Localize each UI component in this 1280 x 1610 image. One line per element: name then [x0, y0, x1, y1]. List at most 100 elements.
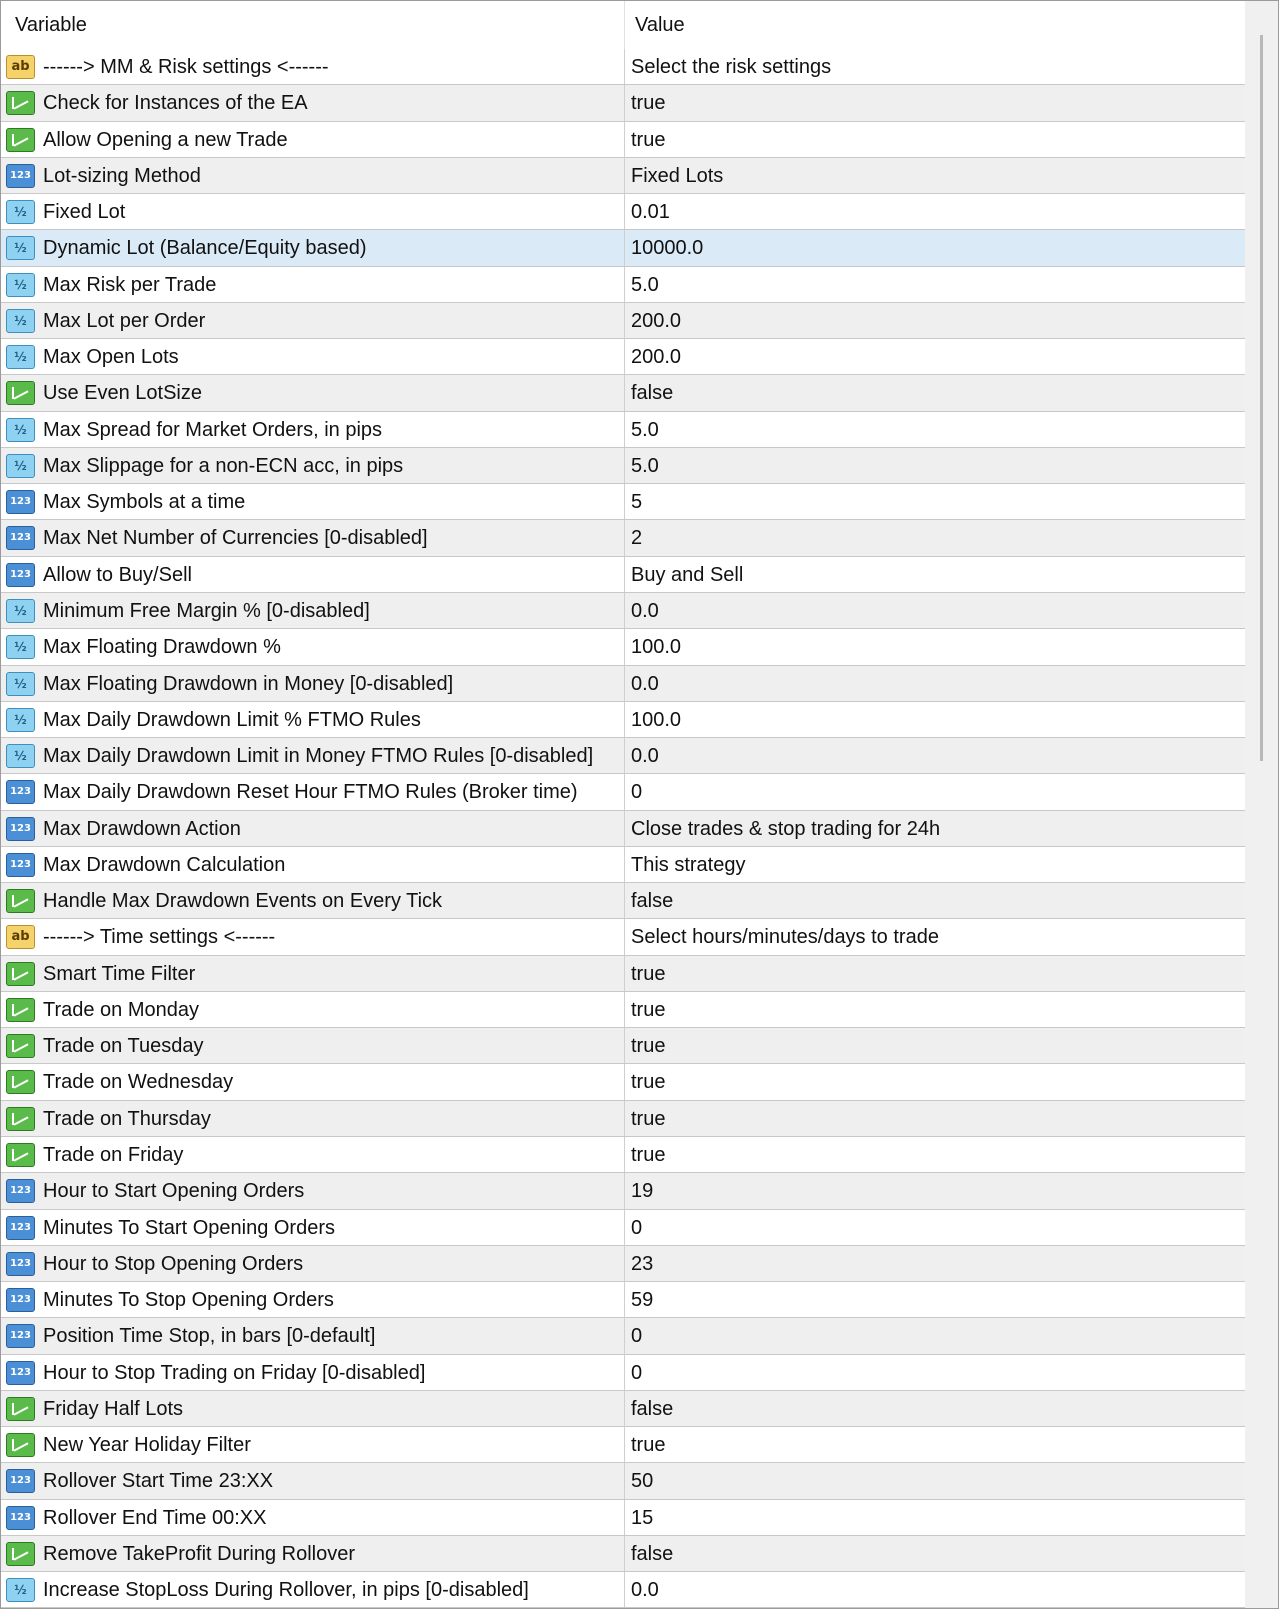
parameter-value[interactable]: 0 [631, 1318, 642, 1354]
parameter-value[interactable]: 0.0 [631, 1572, 659, 1608]
parameter-value[interactable]: Fixed Lots [631, 158, 723, 194]
table-row[interactable]: Check for Instances of the EA true [1, 85, 1245, 122]
cell-divider [624, 1209, 625, 1245]
parameter-name: Max Lot per Order [43, 309, 206, 332]
cell-divider [624, 1572, 625, 1608]
table-row[interactable]: ½ Increase StopLoss During Rollover, in p… [1, 1572, 1245, 1608]
parameter-value[interactable]: false [631, 883, 673, 919]
parameter-value[interactable]: This strategy [631, 847, 745, 883]
parameter-value[interactable]: Buy and Sell [631, 557, 743, 593]
double-type-icon: ½ [6, 744, 35, 769]
table-row[interactable]: 123 Max Drawdown Calculation This strategy [1, 846, 1245, 884]
parameter-value[interactable]: 50 [631, 1463, 653, 1499]
cell-divider [624, 1064, 625, 1100]
table-row[interactable]: ½ Dynamic Lot (Balance/Equity based) 10000… [1, 230, 1245, 267]
table-row[interactable]: 123 Minutes To Stop Opening Orders 59 [1, 1282, 1245, 1319]
parameter-value[interactable]: 0.0 [631, 666, 659, 702]
parameter-value[interactable]: 0 [631, 1355, 642, 1391]
cell-divider [624, 991, 625, 1028]
table-row[interactable]: New Year Holiday Filter true [1, 1427, 1245, 1464]
parameter-value[interactable]: 59 [631, 1282, 653, 1318]
table-row[interactable]: ½ Max Daily Drawdown Limit in Money FTMO … [1, 738, 1245, 775]
cell-divider [624, 1390, 625, 1427]
integer-type-icon: 123 [6, 852, 35, 877]
table-row[interactable]: Remove TakeProfit During Rollover false [1, 1535, 1245, 1573]
table-row[interactable]: ½ Max Open Lots 200.0 [1, 339, 1245, 376]
parameter-value[interactable]: false [631, 1391, 673, 1427]
parameter-value[interactable]: 5.0 [631, 267, 659, 303]
parameter-name: Rollover Start Time 23:XX [43, 1470, 274, 1493]
table-row[interactable]: ab ------> Time settings <------ Select ho… [1, 919, 1245, 956]
table-row[interactable]: 123 Lot-sizing Method Fixed Lots [1, 157, 1245, 195]
column-header-value[interactable]: Value [635, 1, 685, 49]
table-row[interactable]: ½ Max Floating Drawdown % 100.0 [1, 629, 1245, 666]
table-row[interactable]: Smart Time Filter true [1, 955, 1245, 992]
parameter-value[interactable]: 23 [631, 1246, 653, 1282]
parameter-value[interactable]: true [631, 85, 665, 121]
parameter-value[interactable]: 200.0 [631, 339, 681, 375]
parameter-value[interactable]: 5.0 [631, 412, 659, 448]
table-row[interactable]: Trade on Friday true [1, 1136, 1245, 1174]
scrollbar-thumb[interactable] [1260, 35, 1263, 761]
parameter-value[interactable]: Select the risk settings [631, 49, 831, 85]
table-row[interactable]: ½ Max Lot per Order 200.0 [1, 302, 1245, 340]
table-row[interactable]: Handle Max Drawdown Events on Every Tick… [1, 883, 1245, 920]
parameter-value[interactable]: 5.0 [631, 448, 659, 484]
parameter-value[interactable]: Select hours/minutes/days to trade [631, 919, 939, 955]
parameter-value[interactable]: 15 [631, 1500, 653, 1536]
parameter-value[interactable]: true [631, 956, 665, 992]
parameter-value[interactable]: false [631, 375, 673, 411]
parameter-value[interactable]: 19 [631, 1173, 653, 1209]
column-divider[interactable] [624, 1, 625, 49]
parameter-value[interactable]: 2 [631, 520, 642, 556]
table-row[interactable]: ab ------> MM & Risk settings <------ Sele… [1, 49, 1245, 86]
table-row[interactable]: 123 Max Daily Drawdown Reset Hour FTMO Ru… [1, 774, 1245, 811]
parameter-value[interactable]: true [631, 122, 665, 158]
parameter-value[interactable]: true [631, 1101, 665, 1137]
table-row[interactable]: Allow Opening a new Trade true [1, 121, 1245, 158]
parameter-value[interactable]: true [631, 1064, 665, 1100]
parameter-value[interactable]: 200.0 [631, 303, 681, 339]
parameter-value[interactable]: Close trades & stop trading for 24h [631, 811, 940, 847]
parameter-value[interactable]: 0 [631, 1210, 642, 1246]
parameter-value[interactable]: true [631, 1028, 665, 1064]
parameter-value[interactable]: 0.0 [631, 593, 659, 629]
parameter-value[interactable]: true [631, 1427, 665, 1463]
parameter-value[interactable]: false [631, 1536, 673, 1572]
parameter-value[interactable]: 10000.0 [631, 230, 703, 266]
column-header-variable[interactable]: Variable [15, 1, 87, 49]
parameter-value[interactable]: 0 [631, 774, 642, 810]
table-row[interactable]: Trade on Thursday true [1, 1100, 1245, 1137]
table-row[interactable]: 123 Max Drawdown Action Close trades & sto… [1, 810, 1245, 847]
table-row[interactable]: ½ Max Floating Drawdown in Money [0-disab… [1, 665, 1245, 702]
table-row[interactable]: ½ Max Daily Drawdown Limit % FTMO Rules 10… [1, 701, 1245, 739]
parameter-value[interactable]: true [631, 1137, 665, 1173]
parameter-value[interactable]: true [631, 992, 665, 1028]
table-row[interactable]: 123 Max Net Number of Currencies [0-disab… [1, 520, 1245, 557]
table-row[interactable]: 123 Max Symbols at a time 5 [1, 484, 1245, 521]
table-row[interactable]: ½ Max Slippage for a non-ECN acc, in pips… [1, 447, 1245, 485]
table-row[interactable]: Trade on Tuesday true [1, 1028, 1245, 1065]
cell-divider [624, 1499, 625, 1535]
parameter-value[interactable]: 100.0 [631, 702, 681, 738]
table-row[interactable]: Trade on Monday true [1, 991, 1245, 1029]
table-row[interactable]: Use Even LotSize false [1, 375, 1245, 412]
table-row[interactable]: ½ Max Risk per Trade 5.0 [1, 266, 1245, 303]
table-row[interactable]: ½ Fixed Lot 0.01 [1, 194, 1245, 231]
table-row[interactable]: Trade on Wednesday true [1, 1064, 1245, 1101]
table-row[interactable]: 123 Allow to Buy/Sell Buy and Sell [1, 556, 1245, 593]
parameter-value[interactable]: 0.0 [631, 738, 659, 774]
table-row[interactable]: ½ Minimum Free Margin % [0-disabled] 0.0 [1, 592, 1245, 630]
parameter-value[interactable]: 0.01 [631, 194, 670, 230]
table-row[interactable]: 123 Hour to Start Opening Orders 19 [1, 1173, 1245, 1210]
table-row[interactable]: 123 Hour to Stop Opening Orders 23 [1, 1245, 1245, 1283]
table-row[interactable]: 123 Minutes To Start Opening Orders 0 [1, 1209, 1245, 1246]
table-row[interactable]: 123 Hour to Stop Trading on Friday [0-dis… [1, 1354, 1245, 1391]
parameter-value[interactable]: 100.0 [631, 629, 681, 665]
table-row[interactable]: ½ Max Spread for Market Orders, in pips 5.… [1, 411, 1245, 448]
parameter-value[interactable]: 5 [631, 484, 642, 520]
table-row[interactable]: Friday Half Lots false [1, 1390, 1245, 1428]
table-row[interactable]: 123 Rollover End Time 00:XX 15 [1, 1499, 1245, 1536]
table-row[interactable]: 123 Rollover Start Time 23:XX 50 [1, 1463, 1245, 1500]
table-row[interactable]: 123 Position Time Stop, in bars [0-defaul… [1, 1318, 1245, 1355]
